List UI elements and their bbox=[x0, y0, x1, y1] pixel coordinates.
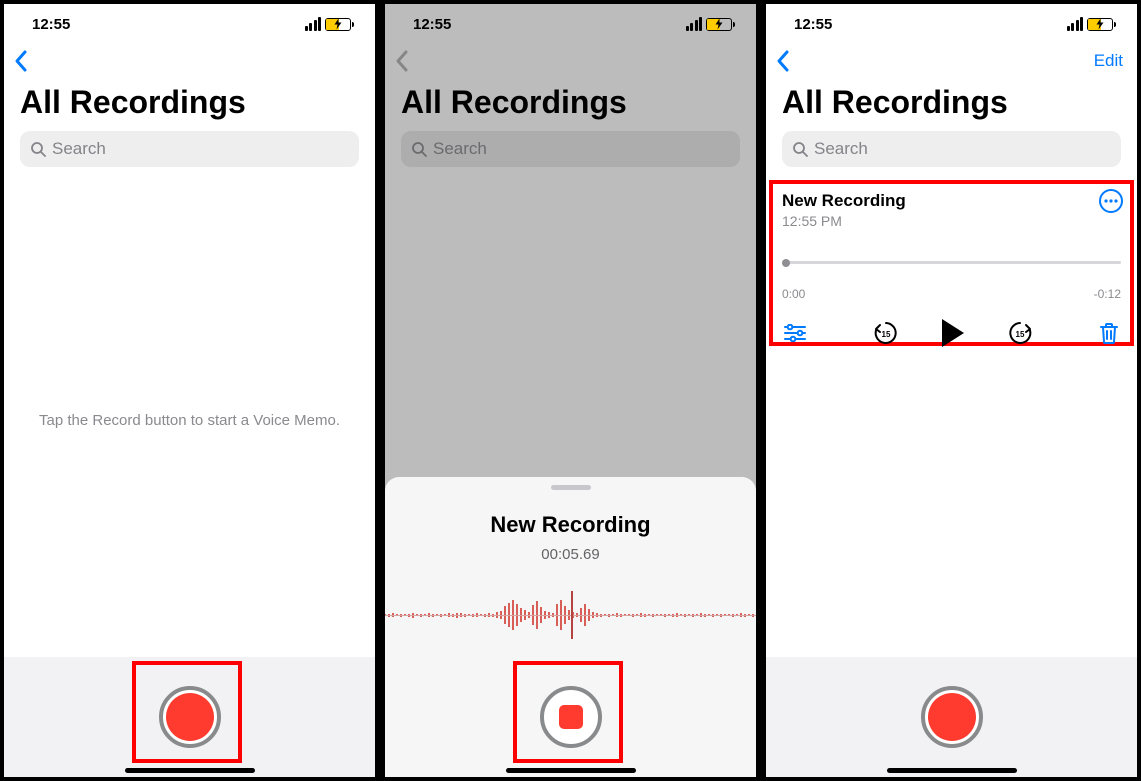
record-button[interactable] bbox=[921, 686, 983, 748]
screen-list: 12:55 Edit All Recordings Search New Rec… bbox=[766, 4, 1137, 777]
cellular-icon bbox=[305, 17, 322, 31]
recording-item-subtitle: 12:55 PM bbox=[782, 213, 1121, 229]
footer bbox=[4, 657, 375, 777]
page-title: All Recordings bbox=[385, 78, 756, 131]
play-icon bbox=[942, 319, 964, 347]
svg-text:15: 15 bbox=[881, 330, 890, 339]
status-right bbox=[1067, 17, 1114, 31]
svg-text:15: 15 bbox=[1015, 330, 1024, 339]
search-icon bbox=[30, 141, 46, 157]
sheet-grabber[interactable] bbox=[551, 485, 591, 490]
time-elapsed: 0:00 bbox=[782, 287, 805, 301]
status-time: 12:55 bbox=[32, 16, 70, 33]
options-button[interactable] bbox=[784, 324, 806, 342]
back-button[interactable] bbox=[774, 49, 792, 73]
nav-bar: Edit bbox=[766, 44, 1137, 78]
screen-empty: 12:55 All Recordings Search Tap the Reco… bbox=[4, 4, 375, 777]
search-placeholder: Search bbox=[814, 139, 868, 159]
home-indicator[interactable] bbox=[887, 768, 1017, 773]
recording-item[interactable]: New Recording 12:55 PM 0:00 -0:12 bbox=[774, 183, 1129, 357]
body: Tap the Record button to start a Voice M… bbox=[4, 177, 375, 657]
search-placeholder: Search bbox=[52, 139, 106, 159]
highlight-box bbox=[132, 661, 242, 763]
recording-sheet: New Recording 00:05.69 bbox=[385, 477, 756, 777]
trash-icon bbox=[1099, 322, 1119, 344]
play-button[interactable] bbox=[942, 319, 964, 347]
ellipsis-icon bbox=[1104, 199, 1118, 203]
body: New Recording 12:55 PM 0:00 -0:12 bbox=[766, 177, 1137, 657]
status-right bbox=[686, 17, 733, 31]
status-time: 12:55 bbox=[413, 16, 451, 33]
page-title: All Recordings bbox=[766, 78, 1137, 131]
more-button[interactable] bbox=[1099, 189, 1123, 213]
status-bar: 12:55 bbox=[385, 4, 756, 44]
back-button[interactable] bbox=[12, 49, 30, 73]
search-input[interactable]: Search bbox=[782, 131, 1121, 167]
delete-button[interactable] bbox=[1099, 322, 1119, 344]
back-button[interactable] bbox=[393, 49, 411, 73]
status-bar: 12:55 bbox=[4, 4, 375, 44]
skip-back-button[interactable]: 15 bbox=[872, 319, 900, 347]
cellular-icon bbox=[686, 17, 703, 31]
sliders-icon bbox=[784, 324, 806, 342]
home-indicator[interactable] bbox=[125, 768, 255, 773]
record-icon bbox=[928, 693, 976, 741]
empty-hint: Tap the Record button to start a Voice M… bbox=[4, 412, 375, 429]
status-right bbox=[305, 17, 352, 31]
status-bar: 12:55 bbox=[766, 4, 1137, 44]
scrubber[interactable] bbox=[782, 257, 1121, 273]
skip-forward-15-icon: 15 bbox=[1006, 319, 1034, 347]
screen-recording: 12:55 All Recordings Search New Recordin… bbox=[385, 4, 756, 777]
search-placeholder: Search bbox=[433, 139, 487, 159]
recording-item-title: New Recording bbox=[782, 191, 1121, 211]
battery-icon bbox=[1087, 18, 1113, 31]
time-remaining: -0:12 bbox=[1094, 287, 1121, 301]
search-input[interactable]: Search bbox=[401, 131, 740, 167]
cellular-icon bbox=[1067, 17, 1084, 31]
nav-bar bbox=[4, 44, 375, 78]
battery-icon bbox=[325, 18, 351, 31]
skip-forward-button[interactable]: 15 bbox=[1006, 319, 1034, 347]
status-time: 12:55 bbox=[794, 16, 832, 33]
battery-icon bbox=[706, 18, 732, 31]
footer bbox=[766, 657, 1137, 777]
home-indicator[interactable] bbox=[506, 768, 636, 773]
edit-button[interactable]: Edit bbox=[1094, 51, 1123, 71]
nav-bar bbox=[385, 44, 756, 78]
highlight-box bbox=[513, 661, 623, 763]
page-title: All Recordings bbox=[4, 78, 375, 131]
skip-back-15-icon: 15 bbox=[872, 319, 900, 347]
search-input[interactable]: Search bbox=[20, 131, 359, 167]
search-icon bbox=[792, 141, 808, 157]
recording-elapsed: 00:05.69 bbox=[541, 546, 599, 563]
recording-title: New Recording bbox=[490, 512, 650, 538]
waveform bbox=[385, 583, 756, 647]
search-icon bbox=[411, 141, 427, 157]
